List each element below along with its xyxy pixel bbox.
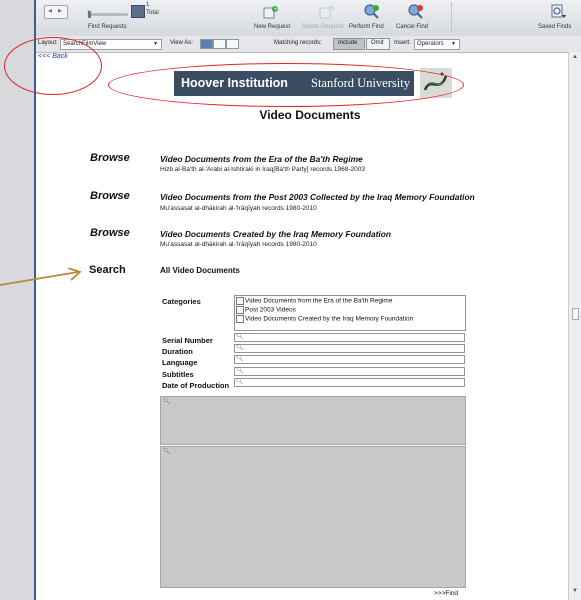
layout-bar: Layout: SearchFilmView ▼ View As: Matchi… [36, 36, 581, 53]
operators-select[interactable]: Operators ▼ [414, 39, 460, 50]
collection-subtitle-1: Hizb al-Ba'th al-'Arabi al-Ishtiraki in … [160, 166, 365, 173]
record-nav-buttons[interactable]: ◂ ▸ [44, 5, 68, 19]
include-button[interactable]: Include [333, 38, 365, 50]
scroll-thumb[interactable] [572, 308, 579, 320]
search-icon: 🔍︎ [163, 399, 171, 405]
serial-number-field[interactable]: 🔍︎ [234, 333, 465, 342]
toolbar-divider [451, 2, 452, 32]
record-slider[interactable] [88, 13, 128, 16]
view-as-label: View As: [170, 40, 193, 46]
search-label: Search [89, 264, 126, 276]
table-view-button[interactable] [226, 39, 239, 49]
list-view-button[interactable] [213, 39, 226, 49]
checkbox-icon[interactable] [236, 315, 244, 323]
language-label: Language [162, 358, 198, 367]
collection-subtitle-3: Mu'assasat al-dhākirah al-'Irāqīyah reco… [160, 241, 317, 248]
saved-finds-icon[interactable] [550, 4, 566, 19]
description-field[interactable]: 🔍︎ [160, 396, 466, 445]
search-icon: 🔍︎ [236, 379, 244, 385]
form-view-button[interactable] [200, 39, 213, 49]
include-label: Include [338, 40, 358, 46]
total-count: 1 [146, 2, 150, 8]
serial-number-label: Serial Number [162, 336, 213, 345]
search-icon: 🔍︎ [236, 334, 244, 340]
category-option-label-3: Video Documents Created by the Iraq Memo… [245, 315, 414, 323]
categories-label: Categories [162, 297, 201, 306]
banner-annotation-ellipse [108, 63, 464, 107]
delete-request-icon [319, 5, 335, 19]
scroll-down-icon[interactable]: ▼ [572, 588, 578, 594]
find-link[interactable]: >>>Find [434, 590, 458, 597]
record-number-field[interactable]: 1 [87, 2, 127, 17]
insert-label: Insert: [394, 40, 411, 46]
page-title: Video Documents [259, 108, 361, 122]
back-link-annotation-ellipse [4, 37, 102, 95]
cancel-find-button[interactable]: Cancel Find [396, 24, 428, 30]
new-request-button[interactable]: New Request [254, 24, 290, 30]
total-label: Total [146, 10, 159, 16]
date-of-production-label: Date of Production [162, 381, 230, 390]
chevron-down-icon: ▼ [451, 41, 456, 47]
perform-find-icon[interactable] [364, 4, 380, 19]
collection-subtitle-2: Mu'assasat al-dhākirah al-'Irāqīyah reco… [160, 205, 317, 212]
duration-label: Duration [162, 347, 193, 356]
chevron-down-icon: ▼ [153, 41, 158, 47]
status-toolbar: ◂ ▸ 1 Find Requests 1 Total + New Reques… [36, 0, 581, 37]
collection-link-2[interactable]: Video Documents from the Post 2003 Colle… [160, 192, 475, 202]
browse-label-1: Browse [90, 152, 130, 164]
duration-field[interactable]: 🔍︎ [234, 344, 465, 353]
category-option-3[interactable]: Video Documents Created by the Iraq Memo… [236, 315, 413, 323]
next-record-icon[interactable]: ▸ [58, 6, 62, 15]
delete-request-button: Delete Request [302, 24, 344, 30]
subtitles-label: Subtitles [162, 370, 194, 379]
omit-label: Omit [371, 40, 384, 46]
browse-label-2: Browse [90, 190, 130, 202]
saved-finds-button[interactable]: Saved Finds [538, 24, 571, 30]
checkbox-icon[interactable] [236, 306, 244, 314]
browse-label-3: Browse [90, 227, 130, 239]
language-field[interactable]: 🔍︎ [234, 355, 465, 364]
subtitles-field[interactable]: 🔍︎ [234, 367, 465, 376]
category-option-label-2: Post 2003 Videos [245, 306, 296, 314]
new-request-icon[interactable]: + [263, 5, 279, 19]
omit-button[interactable]: Omit [366, 38, 390, 50]
notes-field[interactable]: 🔍︎ [160, 446, 466, 588]
annotation-arrow-icon [0, 267, 86, 290]
category-option-2[interactable]: Post 2003 Videos [236, 306, 296, 314]
find-requests-label: Find Requests [88, 24, 127, 30]
slider-thumb-icon[interactable] [88, 11, 91, 18]
previous-record-icon[interactable]: ◂ [48, 6, 52, 15]
search-all-label: All Video Documents [160, 266, 240, 275]
collection-link-3[interactable]: Video Documents Created by the Iraq Memo… [160, 229, 391, 239]
perform-find-button[interactable]: Perform Find [349, 24, 384, 30]
scroll-up-icon[interactable]: ▲ [572, 54, 578, 60]
search-icon: 🔍︎ [236, 345, 244, 351]
table-icon [131, 5, 145, 18]
operators-select-value: Operators [417, 41, 444, 47]
date-of-production-field[interactable]: 🔍︎ [234, 378, 465, 387]
svg-text:+: + [273, 6, 278, 13]
categories-checkbox-group: Video Documents from the Era of the Ba't… [234, 295, 466, 331]
cancel-find-icon[interactable] [408, 4, 424, 19]
vertical-scrollbar[interactable]: ▲ ▼ [568, 52, 581, 600]
search-icon: 🔍︎ [236, 368, 244, 374]
category-option-label-1: Video Documents from the Era of the Ba't… [245, 297, 393, 305]
matching-records-label: Matching records: [274, 40, 322, 46]
collection-link-1[interactable]: Video Documents from the Era of the Ba't… [160, 154, 363, 164]
checkbox-icon[interactable] [236, 297, 244, 305]
search-icon: 🔍︎ [163, 449, 171, 455]
category-option-1[interactable]: Video Documents from the Era of the Ba't… [236, 297, 392, 305]
search-icon: 🔍︎ [236, 356, 244, 362]
